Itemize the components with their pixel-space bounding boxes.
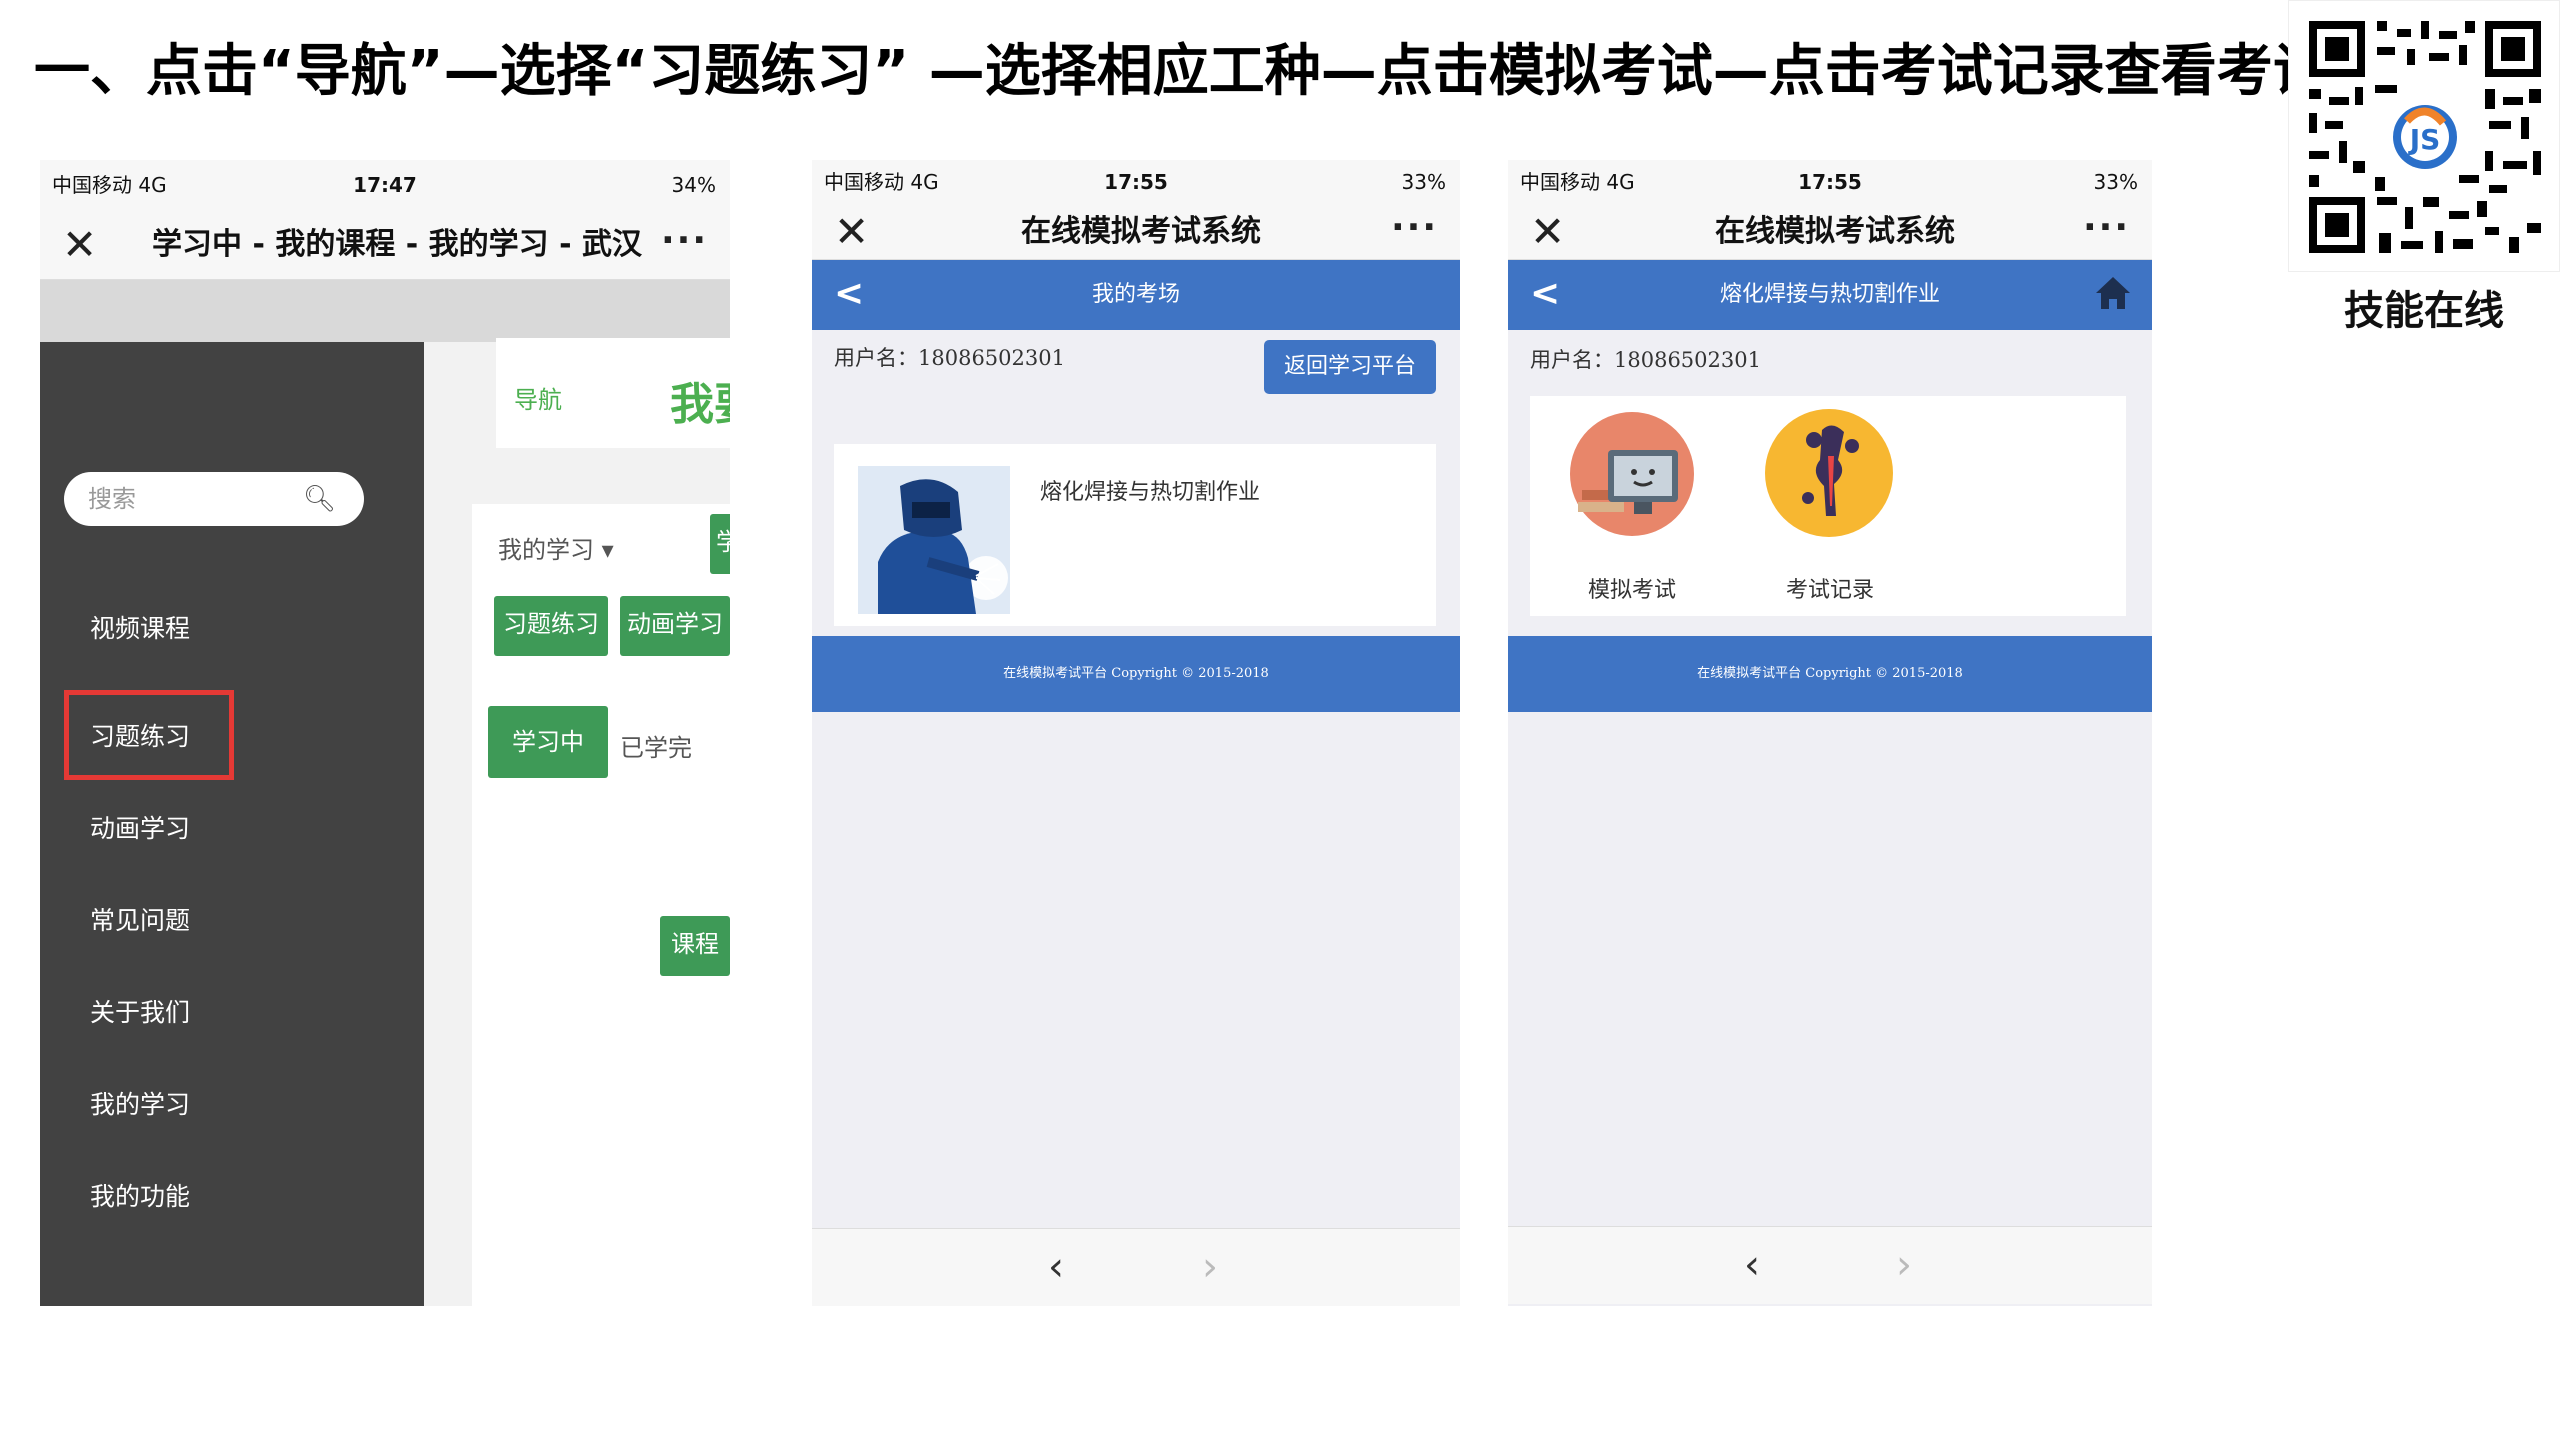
nav-label[interactable]: 导航	[514, 380, 562, 415]
nav-title: 学习中 - 我的课程 - 我的学习 - 武汉	[152, 227, 643, 262]
phone-screenshot-exam-room: 中国移动 4G 17:55 33% ✕ 在线模拟考试系统 ··· < 我的考场 …	[812, 160, 1460, 1306]
more-icon[interactable]: ···	[2083, 204, 2130, 252]
sidebar-item-about[interactable]: 关于我们	[90, 988, 340, 1038]
svg-text:JS: JS	[2408, 123, 2441, 156]
exam-header-bar: < 我的考场	[812, 260, 1460, 330]
back-arrow-icon[interactable]: ‹	[1744, 1227, 1760, 1303]
content-area: 导航 我要 我的学习 ▾ 学习 习题练习 动画学习 学习中 已学完 课程	[424, 338, 730, 1306]
search-input[interactable]: 搜索 🔍︎	[64, 472, 364, 526]
header-band	[40, 280, 730, 342]
time-label: 17:55	[1104, 170, 1168, 194]
browser-bottom-bar: ‹ ›	[1508, 1226, 2152, 1304]
close-icon[interactable]: ✕	[1530, 204, 1565, 260]
exam-records-label[interactable]: 考试记录	[1760, 572, 1900, 604]
battery-label: 34%	[671, 173, 716, 197]
browser-nav-bar: ✕ 学习中 - 我的课程 - 我的学习 - 武汉 ···	[40, 210, 730, 280]
battery-label: 33%	[1401, 170, 1446, 194]
bar-title: 熔化焊接与热切割作业	[1719, 282, 1940, 307]
welder-image	[858, 466, 1010, 614]
exam-name: 熔化焊接与热切割作业	[1040, 480, 1261, 505]
footer: 在线模拟考试平台 Copyright © 2015-2018	[812, 636, 1460, 712]
qr-caption: 技能在线	[2344, 288, 2504, 334]
function-card: 模拟考试 考试记录	[1530, 396, 2126, 616]
username-label: 用户名：18086502301	[1530, 348, 1761, 372]
time-label: 17:55	[1798, 170, 1862, 194]
sidebar-item-animation[interactable]: 动画学习	[90, 804, 340, 854]
username-label: 用户名：18086502301	[834, 346, 1065, 370]
highlight-box	[64, 690, 234, 780]
my-study-dropdown[interactable]: 我的学习 ▾	[498, 530, 614, 565]
status-bar: 中国移动 4G 17:47 34%	[40, 160, 730, 210]
forward-arrow-icon[interactable]: ›	[1896, 1227, 1912, 1303]
nav-title: 在线模拟考试系统	[1021, 214, 1261, 249]
practice-button[interactable]: 习题练习	[494, 596, 608, 656]
mock-exam-icon[interactable]	[1568, 410, 1696, 538]
close-icon[interactable]: ✕	[834, 204, 869, 260]
sidebar-item-faq[interactable]: 常见问题	[90, 896, 340, 946]
finished-tab[interactable]: 已学完	[620, 728, 692, 763]
phone-screenshot-navigation: 中国移动 4G 17:47 34% ✕ 学习中 - 我的课程 - 我的学习 - …	[40, 160, 730, 1306]
back-arrow-icon[interactable]: ‹	[1048, 1229, 1064, 1305]
bar-title: 我的考场	[1091, 282, 1180, 307]
sidebar-item-my-study[interactable]: 我的学习	[90, 1080, 340, 1130]
exam-records-icon[interactable]	[1762, 406, 1896, 540]
browser-bottom-bar: ‹ ›	[812, 1228, 1460, 1306]
browser-nav-bar: ✕ 在线模拟考试系统 ···	[812, 204, 1460, 260]
search-icon[interactable]: 🔍︎	[303, 472, 336, 526]
exam-header-bar: < 熔化焊接与热切割作业	[1508, 260, 2152, 330]
battery-label: 33%	[2093, 170, 2138, 194]
browser-nav-bar: ✕ 在线模拟考试系统 ···	[1508, 204, 2152, 260]
exam-card[interactable]: 熔化焊接与热切割作业	[834, 444, 1436, 626]
animation-button[interactable]: 动画学习	[620, 596, 730, 656]
brand-text: 我要	[670, 379, 730, 430]
course-button[interactable]: 课程	[660, 916, 730, 976]
home-icon[interactable]	[2094, 273, 2132, 313]
phone-screenshot-exam-menu: 中国移动 4G 17:55 33% ✕ 在线模拟考试系统 ··· < 熔化焊接与…	[1508, 160, 2152, 1306]
more-icon[interactable]: ···	[661, 210, 708, 272]
status-bar: 中国移动 4G 17:55 33%	[1508, 160, 2152, 204]
footer: 在线模拟考试平台 Copyright © 2015-2018	[1508, 636, 2152, 712]
sidebar: 搜索 🔍︎ 视频课程 习题练习 动画学习 常见问题 关于我们 我的学习 我的功能	[40, 342, 424, 1306]
close-icon[interactable]: ✕	[62, 218, 97, 272]
search-placeholder: 搜索	[88, 485, 136, 513]
sidebar-item-my-functions[interactable]: 我的功能	[90, 1172, 340, 1222]
qr-code: JS	[2288, 0, 2560, 272]
sidebar-item-video[interactable]: 视频课程	[90, 604, 340, 654]
learning-tab[interactable]: 学习中	[488, 706, 608, 778]
page-title: 一、点击“导航”—选择“习题练习” —选择相应工种—点击模拟考试—点击考试记录查…	[34, 39, 2441, 104]
return-platform-button[interactable]: 返回学习平台	[1264, 340, 1436, 394]
nav-title: 在线模拟考试系统	[1715, 214, 1955, 249]
time-label: 17:47	[353, 173, 417, 197]
more-icon[interactable]: ···	[1391, 204, 1438, 252]
status-bar: 中国移动 4G 17:55 33%	[812, 160, 1460, 204]
study-button[interactable]: 学习	[710, 514, 730, 574]
mock-exam-label[interactable]: 模拟考试	[1562, 572, 1702, 604]
forward-arrow-icon[interactable]: ›	[1202, 1229, 1218, 1305]
